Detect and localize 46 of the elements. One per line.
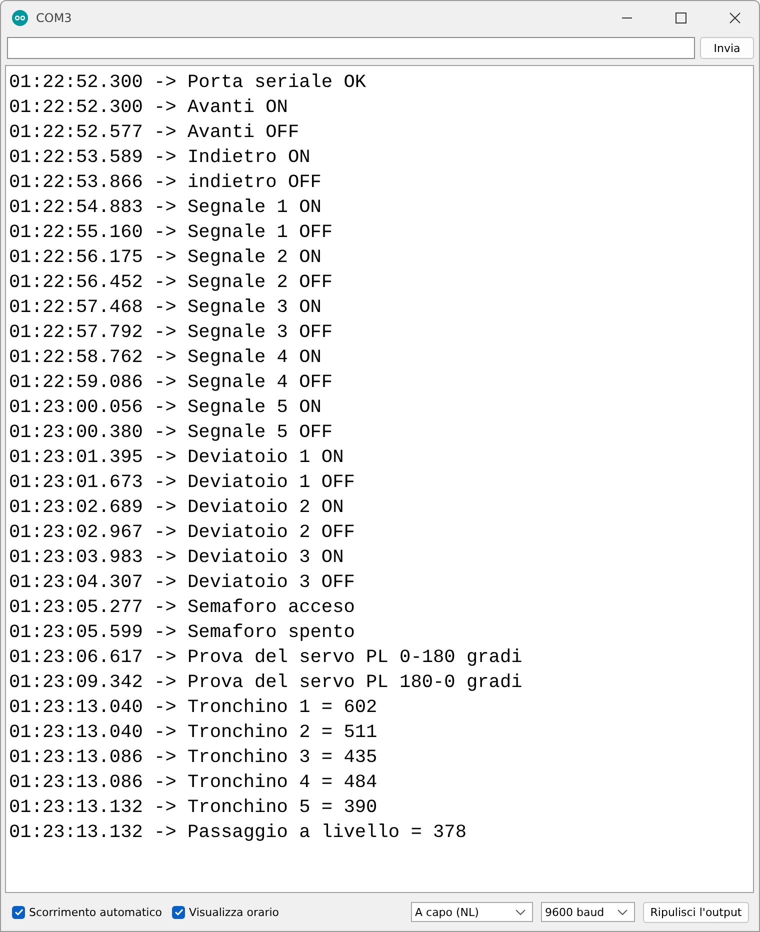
log-line: 01:23:13.132 -> Passaggio a livello = 378: [9, 821, 468, 845]
send-button[interactable]: Invia: [700, 37, 754, 59]
log-line: 01:23:09.342 -> Prova del servo PL 180-0 gradi: [9, 671, 524, 695]
log-line: 01:23:03.983 -> Deviatoio 3 ON: [9, 546, 345, 570]
baud-rate-dropdown[interactable]: 9600 baud: [541, 902, 635, 922]
clear-output-button[interactable]: Ripulisci l'output: [643, 902, 749, 922]
log-line: 01:22:53.866 -> indietro OFF: [9, 171, 322, 195]
checkbox[interactable]: [12, 906, 25, 918]
window-title: COM3: [36, 10, 72, 24]
log-line: 01:23:06.617 -> Prova del servo PL 0-180 gradi: [9, 646, 524, 670]
log-line: 01:23:01.673 -> Deviatoio 1 OFF: [9, 471, 356, 495]
log-line: 01:22:56.452 -> Segnale 2 OFF: [9, 271, 334, 295]
checkbox-label: Visualizza orario: [189, 906, 280, 918]
log-line: 01:23:04.307 -> Deviatoio 3 OFF: [9, 571, 356, 595]
log-line: 01:23:02.689 -> Deviatoio 2 ON: [9, 496, 345, 520]
chevron-down-icon: [617, 908, 628, 916]
log-line: 01:23:00.380 -> Segnale 5 OFF: [9, 421, 334, 445]
log-line: 01:22:52.300 -> Avanti ON: [9, 96, 289, 120]
log-line: 01:22:52.577 -> Avanti OFF: [9, 121, 300, 145]
log-line: 01:22:52.300 -> Porta seriale OK: [9, 71, 368, 95]
logo-icon: [12, 10, 28, 26]
log-line: 01:22:53.589 -> Indietro ON: [9, 146, 312, 170]
log-line: 01:23:13.040 -> Tronchino 2 = 511: [9, 721, 378, 745]
close-icon[interactable]: [729, 12, 741, 24]
log-line: 01:23:00.056 -> Segnale 5 ON: [9, 396, 322, 420]
maximize-icon[interactable]: [675, 12, 687, 24]
chevron-down-icon: [515, 908, 526, 916]
checkbox-label: Scorrimento automatico: [29, 906, 162, 918]
log-line: 01:23:01.395 -> Deviatoio 1 ON: [9, 446, 345, 470]
log-line: 01:23:02.967 -> Deviatoio 2 OFF: [9, 521, 356, 545]
log-line: 01:22:58.762 -> Segnale 4 ON: [9, 346, 322, 370]
line-ending-dropdown[interactable]: A capo (NL): [411, 902, 533, 922]
log-line: 01:22:57.792 -> Segnale 3 OFF: [9, 321, 334, 345]
checkbox[interactable]: [172, 906, 186, 918]
log-line: 01:23:13.040 -> Tronchino 1 = 602: [9, 696, 378, 720]
log-line: 01:22:57.468 -> Segnale 3 ON: [9, 296, 322, 320]
message-input[interactable]: [7, 37, 695, 59]
log-line: 01:23:13.086 -> Tronchino 3 = 435: [9, 746, 378, 770]
log-line: 01:22:59.086 -> Segnale 4 OFF: [9, 371, 334, 395]
log-line: 01:22:55.160 -> Segnale 1 OFF: [9, 221, 334, 245]
log-line: 01:23:05.599 -> Semaforo spento: [9, 621, 356, 645]
log-line: 01:23:13.086 -> Tronchino 4 = 484: [9, 771, 378, 795]
log-line: 01:23:05.277 -> Semaforo acceso: [9, 596, 356, 620]
log-line: 01:22:54.883 -> Segnale 1 ON: [9, 196, 322, 220]
log-line: 01:23:13.132 -> Tronchino 5 = 390: [9, 796, 378, 820]
log-line: 01:22:56.175 -> Segnale 2 ON: [9, 246, 322, 270]
